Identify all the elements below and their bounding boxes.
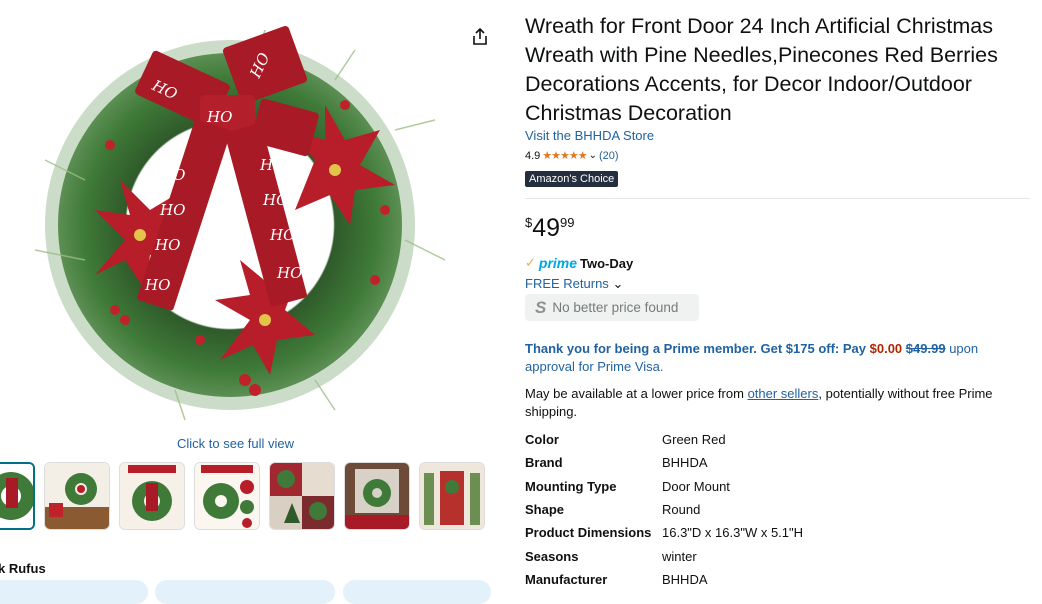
share-icon[interactable] bbox=[470, 27, 490, 47]
spec-label: Mounting Type bbox=[525, 478, 617, 494]
thumbnail[interactable] bbox=[0, 462, 35, 530]
thumbnail[interactable] bbox=[194, 462, 260, 530]
visit-store-link[interactable]: Visit the BHHDA Store bbox=[525, 128, 654, 143]
spec-value: winter bbox=[662, 548, 697, 564]
free-returns-label: FREE Returns bbox=[525, 276, 609, 291]
spec-value: Door Mount bbox=[662, 478, 730, 494]
rating-value: 4.9 bbox=[525, 149, 541, 162]
spec-label: Shape bbox=[525, 502, 565, 518]
review-count-link[interactable]: (20) bbox=[599, 150, 619, 162]
see-full-view-link[interactable]: Click to see full view bbox=[177, 436, 294, 451]
spec-row: Mounting Type Door Mount bbox=[525, 475, 803, 498]
spec-value: Green Red bbox=[662, 432, 726, 448]
spec-row: Brand BHHDA bbox=[525, 451, 803, 474]
svg-text:HO: HO bbox=[159, 166, 185, 184]
price-fraction: 99 bbox=[560, 215, 575, 230]
svg-text:HO: HO bbox=[269, 226, 295, 244]
no-better-price-label: No better price found bbox=[552, 300, 679, 315]
product-main-image[interactable]: HO HO HO HO HO HO HO HO HO HO HO bbox=[15, 10, 455, 430]
thumbnail-strip bbox=[0, 462, 485, 530]
wreath-image: HO HO HO HOHOHOHO HOHOHOHO bbox=[34, 25, 446, 421]
spec-label: Product Dimensions bbox=[525, 525, 652, 541]
rufus-suggestion-pill[interactable] bbox=[0, 580, 148, 604]
rufus-suggestion-pill[interactable] bbox=[343, 580, 491, 604]
svg-text:HO: HO bbox=[154, 236, 180, 254]
chevron-down-icon[interactable]: ⌄ bbox=[589, 150, 597, 161]
thumbnail[interactable] bbox=[269, 462, 335, 530]
divider bbox=[525, 198, 1030, 199]
spec-label: Brand bbox=[525, 455, 563, 471]
rufus-label: k Rufus bbox=[0, 561, 46, 576]
spec-value: Round bbox=[662, 502, 701, 518]
svg-text:HO: HO bbox=[262, 191, 288, 209]
rating-summary[interactable]: 4.9 ★★★★★ ⌄ (20) bbox=[525, 149, 619, 163]
spec-row: Seasons winter bbox=[525, 544, 803, 567]
prime-offer-pay: $0.00 bbox=[869, 341, 903, 356]
thumbnail[interactable] bbox=[44, 462, 110, 530]
no-better-price-button[interactable]: S No better price found bbox=[525, 294, 699, 321]
spec-label: Seasons bbox=[525, 548, 579, 564]
spec-label: Manufacturer bbox=[525, 571, 608, 587]
spec-value: BHHDA bbox=[662, 571, 708, 587]
product-title: Wreath for Front Door 24 Inch Artificial… bbox=[525, 14, 998, 125]
spec-row: Color Green Red bbox=[525, 428, 803, 451]
svg-text:HO: HO bbox=[159, 201, 185, 219]
amazons-choice-badge[interactable]: Amazon's Choice bbox=[525, 171, 619, 187]
prime-delivery[interactable]: ✓ prime Two-Day bbox=[525, 255, 633, 271]
spec-value: BHHDA bbox=[662, 455, 708, 471]
thumbnail[interactable] bbox=[419, 462, 485, 530]
prime-visa-offer[interactable]: Thank you for being a Prime member. Get … bbox=[525, 340, 1030, 376]
star-rating-icon: ★★★★★ bbox=[542, 150, 587, 162]
price-whole: 49 bbox=[532, 214, 561, 242]
other-sellers-prefix: May be available at a lower price from bbox=[525, 386, 744, 401]
price-tracker-icon: S bbox=[535, 297, 547, 317]
prime-speed: Two-Day bbox=[580, 255, 634, 271]
spec-row: Manufacturer BHHDA bbox=[525, 568, 803, 591]
prime-logo: prime bbox=[538, 255, 578, 271]
other-sellers-link[interactable]: other sellers bbox=[748, 386, 819, 401]
thumbnail[interactable] bbox=[344, 462, 410, 530]
rufus-suggestion-pill[interactable] bbox=[155, 580, 335, 604]
chevron-down-icon: ⌄ bbox=[612, 276, 624, 291]
thumbnail[interactable] bbox=[119, 462, 185, 530]
svg-text:HO: HO bbox=[144, 276, 170, 294]
free-returns-link[interactable]: FREE Returns ⌄ bbox=[525, 276, 623, 292]
spec-row: Shape Round bbox=[525, 498, 803, 521]
other-sellers-note: May be available at a lower price from o… bbox=[525, 385, 1030, 421]
prime-offer-was: $49.99 bbox=[905, 341, 946, 356]
prime-offer-intro: Thank you for being a Prime member. Get … bbox=[525, 341, 866, 356]
prime-check-icon: ✓ bbox=[525, 255, 536, 270]
spec-label: Color bbox=[525, 432, 559, 448]
svg-text:HO: HO bbox=[276, 264, 302, 282]
price: $ 49 99 bbox=[525, 213, 575, 243]
product-specs-table: Color Green Red Brand BHHDA Mounting Type D… bbox=[525, 428, 803, 591]
spec-row: Product Dimensions 16.3"D x 16.3"W x 5.1"… bbox=[525, 521, 803, 544]
price-symbol: $ bbox=[525, 215, 533, 230]
spec-value: 16.3"D x 16.3"W x 5.1"H bbox=[662, 525, 804, 541]
svg-text:HO: HO bbox=[259, 156, 285, 174]
svg-text:HO: HO bbox=[206, 108, 232, 126]
